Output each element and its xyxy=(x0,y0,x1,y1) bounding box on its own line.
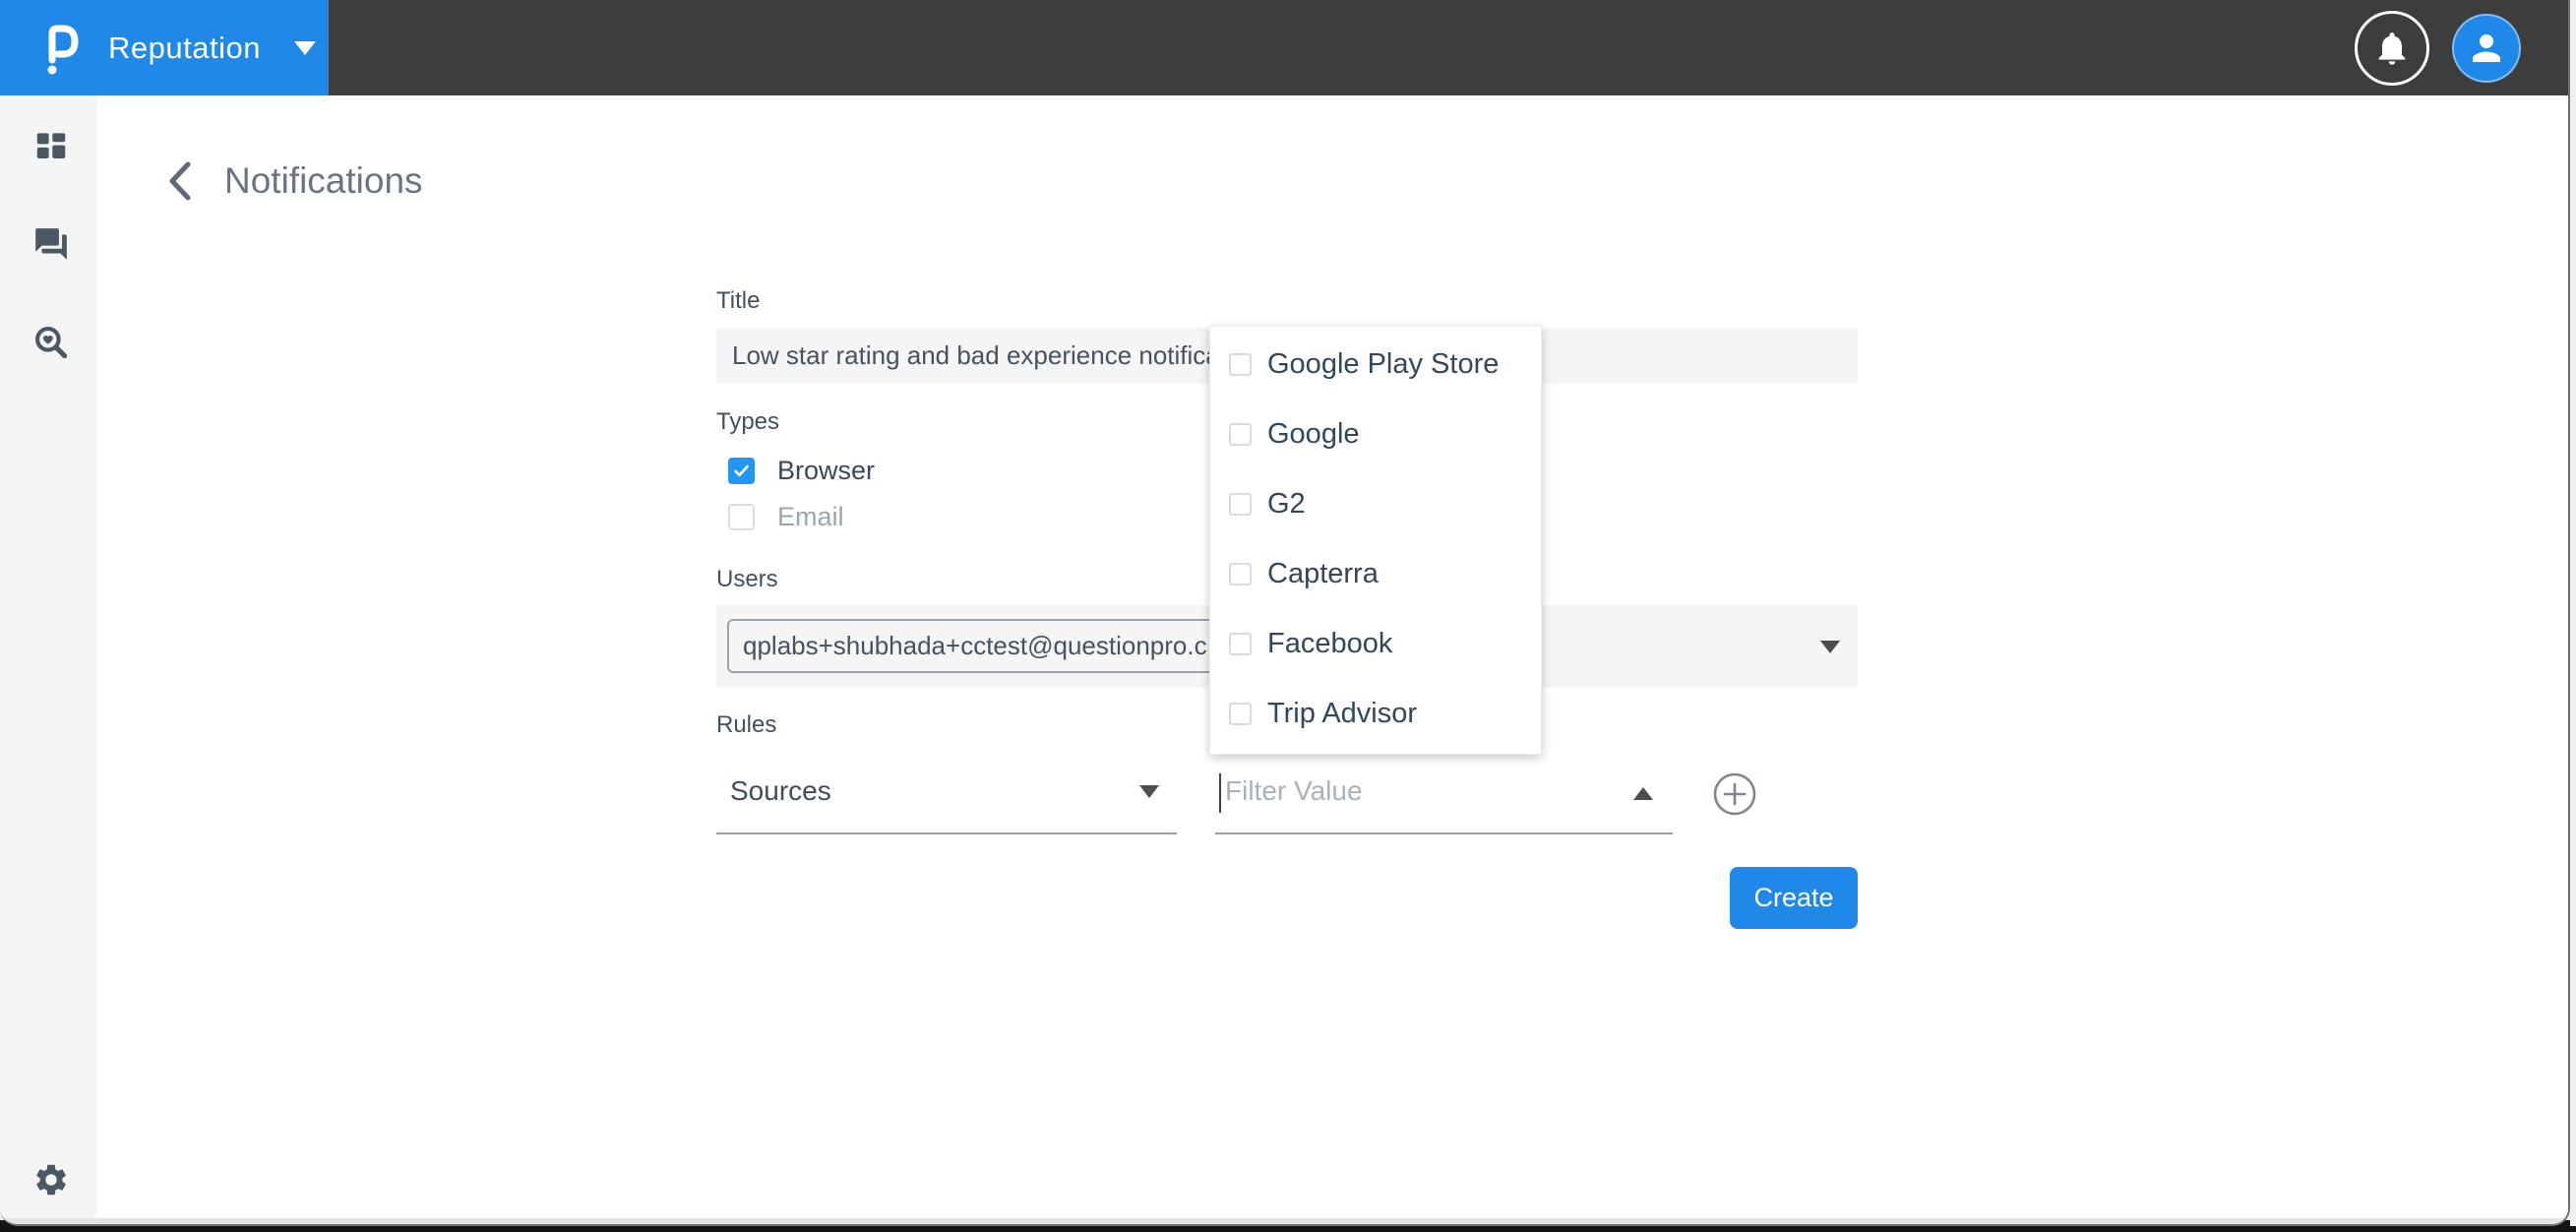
horizontal-scrollbar[interactable] xyxy=(0,1218,2568,1224)
sidebar-item-dashboard[interactable] xyxy=(31,126,71,165)
screenshot-stage: Reputation xyxy=(0,0,2576,1232)
option-checkbox-unchecked xyxy=(1229,353,1252,376)
type-option-label: Browser xyxy=(777,456,875,486)
sidebar-item-conversations[interactable] xyxy=(31,224,71,264)
chevron-down-icon xyxy=(1139,785,1159,798)
type-option-email[interactable]: Email xyxy=(728,502,844,532)
chevron-down-icon xyxy=(1820,641,1840,653)
sidebar xyxy=(0,95,96,1220)
option-checkbox-unchecked xyxy=(1229,423,1252,446)
product-switcher[interactable]: Reputation xyxy=(0,0,329,95)
notifications-bell-button[interactable] xyxy=(2355,11,2429,86)
product-name: Reputation xyxy=(108,31,261,66)
dropdown-option-trip-advisor[interactable]: Trip Advisor xyxy=(1210,679,1541,749)
back-button[interactable] xyxy=(155,153,203,210)
dropdown-option-label: G2 xyxy=(1267,488,1306,521)
dashboard-icon xyxy=(32,127,70,164)
chat-icon xyxy=(32,225,70,263)
filter-value-control xyxy=(1215,750,1673,834)
user-avatar-button[interactable] xyxy=(2452,14,2521,83)
questionpro-logo-icon xyxy=(43,20,83,77)
dropdown-option-label: Trip Advisor xyxy=(1267,698,1417,730)
create-button[interactable]: Create xyxy=(1730,867,1858,929)
person-icon xyxy=(2466,28,2507,69)
dropdown-option-capterra[interactable]: Capterra xyxy=(1210,539,1541,609)
sidebar-item-review-search[interactable] xyxy=(31,323,71,362)
dropdown-option-google-play-store[interactable]: Google Play Store xyxy=(1210,330,1541,400)
dropdown-option-label: Google xyxy=(1267,418,1360,451)
users-label: Users xyxy=(716,566,778,593)
types-label: Types xyxy=(716,408,779,436)
option-checkbox-unchecked xyxy=(1229,633,1252,655)
bell-icon xyxy=(2372,29,2412,68)
dropdown-option-label: Facebook xyxy=(1267,628,1392,660)
rule-field-select[interactable]: Sources xyxy=(716,750,1177,834)
dropdown-option-label: Google Play Store xyxy=(1267,348,1499,381)
option-checkbox-unchecked xyxy=(1229,563,1252,585)
gear-icon xyxy=(32,1161,70,1199)
app-window: Reputation xyxy=(0,0,2570,1226)
review-search-icon xyxy=(32,324,70,361)
option-checkbox-unchecked xyxy=(1229,703,1252,725)
main-content: Notifications Title Types Browser Email … xyxy=(96,95,2568,1220)
title-label: Title xyxy=(716,287,760,315)
page-title: Notifications xyxy=(224,160,423,202)
type-option-label: Email xyxy=(777,502,844,532)
chevron-down-icon xyxy=(294,41,316,55)
filter-value-input[interactable] xyxy=(1223,750,1617,832)
text-cursor xyxy=(1219,773,1221,813)
sources-dropdown: Google Play Store Google G2 Capterra Fac… xyxy=(1209,326,1542,755)
chevron-up-icon xyxy=(1633,787,1653,800)
user-chip[interactable]: qplabs+shubhada+cctest@questionpro.c xyxy=(727,619,1284,673)
chevron-left-icon xyxy=(166,160,192,202)
rules-label: Rules xyxy=(716,711,776,739)
plus-circle-icon xyxy=(1711,770,1758,818)
dropdown-option-google[interactable]: Google xyxy=(1210,400,1541,469)
dropdown-option-facebook[interactable]: Facebook xyxy=(1210,609,1541,679)
top-bar: Reputation xyxy=(0,0,2568,95)
browser-checkbox-checked xyxy=(728,458,755,484)
email-checkbox-unchecked xyxy=(728,504,755,530)
window-edge xyxy=(2570,0,2576,1226)
option-checkbox-unchecked xyxy=(1229,493,1252,516)
sidebar-item-settings[interactable] xyxy=(31,1160,71,1200)
dropdown-option-label: Capterra xyxy=(1267,558,1379,590)
add-rule-button[interactable] xyxy=(1711,770,1758,818)
type-option-browser[interactable]: Browser xyxy=(728,456,875,486)
check-icon xyxy=(732,462,751,480)
rule-field-value: Sources xyxy=(730,775,831,807)
dropdown-option-g2[interactable]: G2 xyxy=(1210,469,1541,539)
